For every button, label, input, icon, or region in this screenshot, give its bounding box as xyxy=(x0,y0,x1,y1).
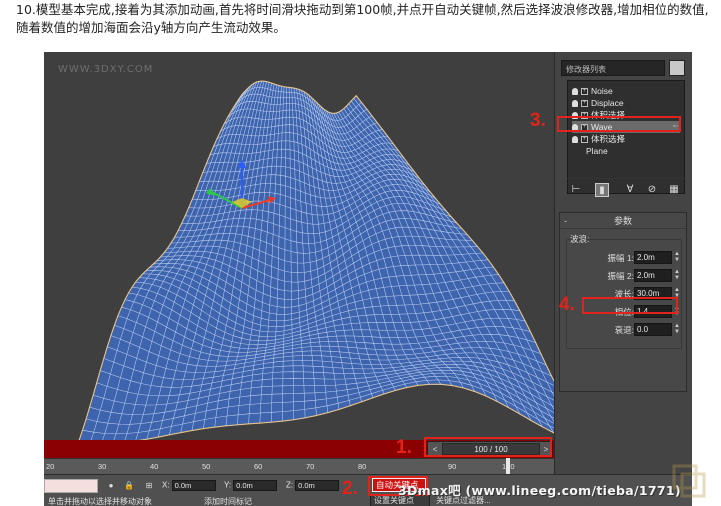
add-time-tag[interactable]: 添加时间标记 xyxy=(204,496,252,506)
annotation-step-2: 2. xyxy=(342,478,358,499)
lock-selection-icon[interactable]: ● xyxy=(106,481,116,491)
make-unique-icon[interactable]: ∀ xyxy=(623,183,637,197)
param-label: 衰退: xyxy=(614,325,634,335)
x-input[interactable]: 0.0m xyxy=(171,480,216,491)
tick-label: 80 xyxy=(358,462,367,471)
viewport-watermark: WWW.3DXY.COM xyxy=(58,64,154,75)
stack-item-label: Displace xyxy=(591,98,624,108)
collapse-icon[interactable]: - xyxy=(564,213,567,229)
bulb-icon[interactable] xyxy=(572,136,578,144)
logo-icon xyxy=(672,464,706,498)
z-coord: Z: 0.0m xyxy=(286,480,340,491)
stack-item-label: Noise xyxy=(591,86,613,96)
param-input[interactable]: 2.0m xyxy=(634,269,672,282)
move-gizmo-icon[interactable] xyxy=(202,158,282,238)
lock-icon[interactable]: 🔒 xyxy=(124,481,134,491)
annotation-box-slider xyxy=(424,437,552,457)
stack-item-label: Plane xyxy=(586,146,608,156)
tick-label: 70 xyxy=(306,462,315,471)
tick-label: 50 xyxy=(202,462,211,471)
time-playhead[interactable] xyxy=(506,458,510,474)
rollout-title: 参数 xyxy=(613,216,632,226)
annotation-step-3: 3. xyxy=(530,110,546,131)
stack-item-noise[interactable]: + Noise xyxy=(572,85,613,97)
spinner-icon[interactable]: ▲ ▼ xyxy=(673,269,681,282)
tick-label: 20 xyxy=(46,462,55,471)
annotation-box-wave xyxy=(557,116,681,132)
intro-text: 10.模型基本完成,接着为其添加动画,首先将时间滑块拖动到第100帧,并点开自动… xyxy=(16,2,709,35)
expand-icon[interactable]: + xyxy=(581,88,588,96)
tick-label: 30 xyxy=(98,462,107,471)
absolute-mode-icon[interactable]: ⊞ xyxy=(144,481,154,491)
expand-icon[interactable]: + xyxy=(581,100,588,108)
bulb-icon[interactable] xyxy=(572,100,578,108)
param-label: 振幅 1: xyxy=(607,253,634,263)
stack-toolbar: ⊢ ▮ ∀ ⊘ ▦ xyxy=(567,178,685,200)
stack-item-volume-select-2[interactable]: + 体积选择 ▪▫ xyxy=(572,133,625,145)
z-label: Z: xyxy=(286,480,294,490)
param-amplitude-1: 振幅 1: 2.0m ▲ ▼ xyxy=(572,251,684,265)
y-label: Y: xyxy=(224,480,232,490)
annotation-step-4: 4. xyxy=(559,294,575,315)
configure-sets-icon[interactable]: ▦ xyxy=(667,183,681,197)
track-bar[interactable]: 20 30 40 50 60 70 80 90 100 xyxy=(44,458,554,474)
stack-item-plane[interactable]: Plane xyxy=(586,145,608,157)
annotation-box-phase xyxy=(582,297,678,314)
tick-label: 40 xyxy=(150,462,159,471)
x-coord: X: 0.0m xyxy=(162,480,216,491)
param-input[interactable]: 0.0 xyxy=(634,323,672,336)
param-decay: 衰退: 0.0 ▲ ▼ xyxy=(572,323,684,337)
show-end-result-icon[interactable]: ▮ xyxy=(595,183,609,197)
object-color-swatch[interactable] xyxy=(669,60,685,76)
x-label: X: xyxy=(162,480,170,490)
param-input[interactable]: 2.0m xyxy=(634,251,672,264)
spinner-icon[interactable]: ▲ ▼ xyxy=(673,251,681,264)
remove-modifier-icon[interactable]: ⊘ xyxy=(645,183,659,197)
param-label: 振幅 2: xyxy=(607,271,634,281)
param-amplitude-2: 振幅 2: 2.0m ▲ ▼ xyxy=(572,269,684,283)
modifier-stack[interactable]: + Noise + Displace + 体积选择 + Wave ▪▫ + 体积选择 ▪▫ P… xyxy=(567,80,685,194)
perspective-viewport[interactable]: WWW.3DXY.COM xyxy=(44,52,554,440)
rollout-header[interactable]: - 参数 xyxy=(560,213,686,229)
annotation-step-1: 1. xyxy=(396,437,412,458)
maxscript-listener[interactable] xyxy=(44,479,98,493)
spinner-icon[interactable]: ▲ ▼ xyxy=(673,323,681,336)
y-coord: Y: 0.0m xyxy=(224,480,278,491)
wave-group-label: 波浪: xyxy=(570,234,590,244)
y-input[interactable]: 0.0m xyxy=(233,480,278,491)
pin-stack-icon[interactable]: ⊢ xyxy=(569,183,583,197)
tick-label: 90 xyxy=(448,462,457,471)
bulb-icon[interactable] xyxy=(572,88,578,96)
dots-icon: ▪▫ xyxy=(618,135,624,142)
expand-icon[interactable]: + xyxy=(581,136,588,144)
ocean-wireframe-mesh xyxy=(78,80,554,440)
object-name-field[interactable]: 修改器列表 xyxy=(561,60,665,76)
prompt-hint: 单击并拖动以选择并移动对象 xyxy=(48,497,152,506)
tick-label: 60 xyxy=(254,462,263,471)
site-watermark: 3Dmax吧 (www.lineeg.com/tieba/1771) xyxy=(398,483,681,498)
stack-item-displace[interactable]: + Displace xyxy=(572,97,624,109)
modifier-list-label: 修改器列表 xyxy=(566,65,606,74)
z-input[interactable]: 0.0m xyxy=(295,480,340,491)
